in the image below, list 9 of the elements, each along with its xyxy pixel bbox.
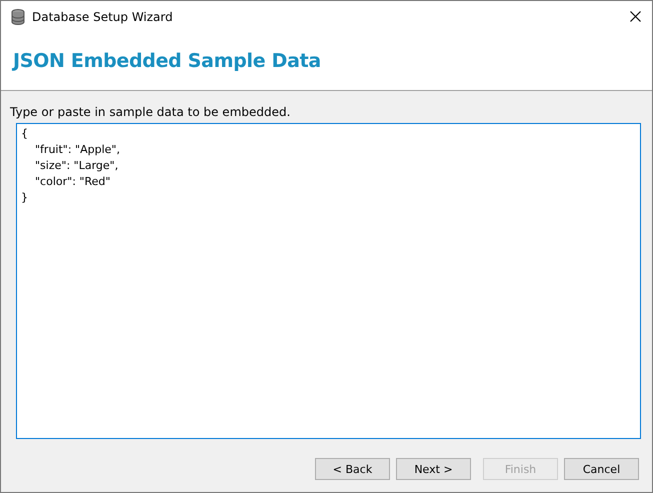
window-title: Database Setup Wizard (32, 10, 174, 24)
wizard-button[interactable]: Next > (396, 458, 471, 480)
close-icon[interactable] (630, 11, 641, 22)
database-icon (11, 8, 25, 24)
wizard-button[interactable]: < Back (315, 458, 390, 480)
instruction-label: Type or paste in sample data to be embedded. (10, 105, 292, 119)
sample-data-field[interactable]: { "fruit": "Apple", "size": "Large", "color": "Red" } (16, 123, 641, 439)
wizard-button[interactable]: Cancel (564, 458, 639, 480)
page-heading: JSON Embedded Sample Data (13, 50, 321, 72)
